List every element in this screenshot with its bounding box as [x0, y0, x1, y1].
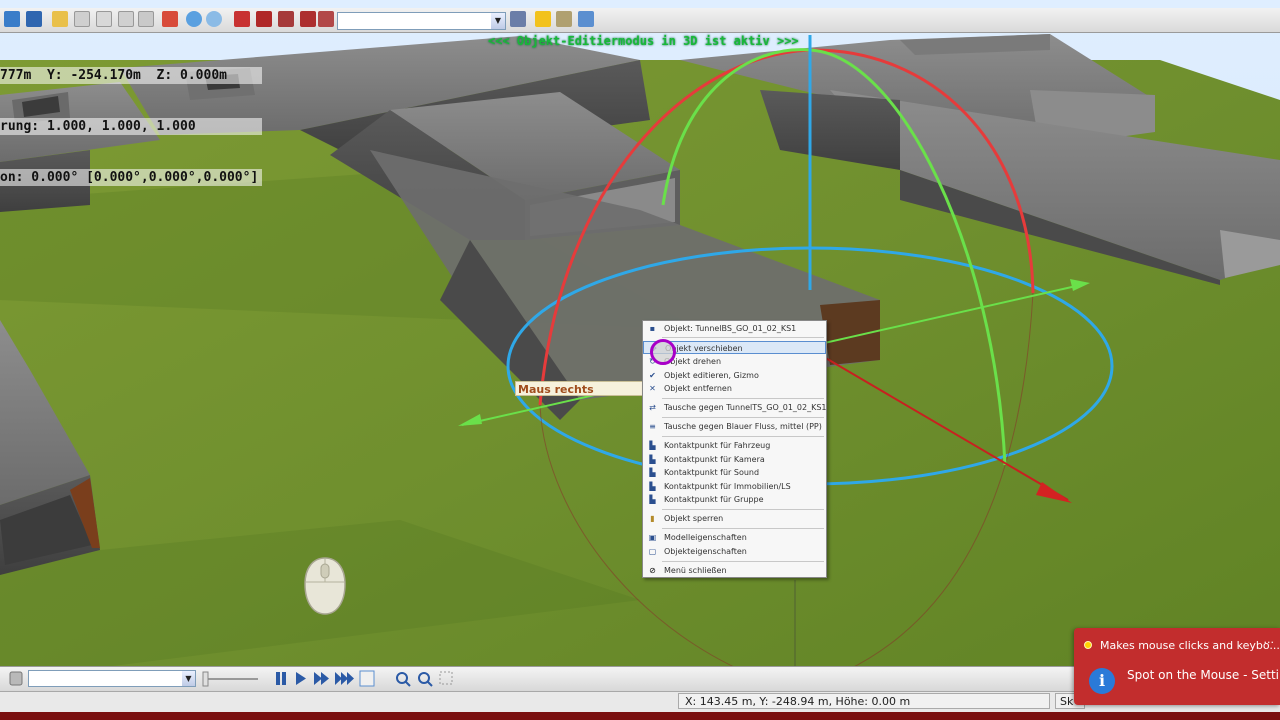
info-icon: i: [1089, 668, 1115, 694]
zoom-out-icon[interactable]: [418, 672, 433, 687]
fastest-forward-icon[interactable]: [335, 672, 354, 685]
wrench-icon[interactable]: [556, 11, 572, 27]
chevron-down-icon[interactable]: ▼: [491, 13, 505, 29]
object-icon: ▪: [649, 324, 656, 333]
menu-separator: [662, 436, 824, 437]
menu-separator: [662, 337, 824, 338]
menu-item-edit-gizmo[interactable]: ✔ Objekt editieren, Gizmo: [643, 369, 826, 382]
paste-icon[interactable]: [118, 11, 134, 27]
main-toolbar: [0, 8, 1280, 33]
contact-camera-icon: ▙: [649, 455, 656, 464]
contact-vehicle-icon: ▙: [649, 441, 656, 450]
menu-item-contact-sound[interactable]: ▙ Kontaktpunkt für Sound: [643, 466, 826, 479]
menu-item-contact-building[interactable]: ▙ Kontaktpunkt für Immobilien/LS: [643, 480, 826, 493]
contact-group-icon: ▙: [649, 495, 656, 504]
undo-icon[interactable]: [186, 11, 202, 27]
redo-icon[interactable]: [206, 11, 222, 27]
menu-item-close-menu[interactable]: ⊘ Menü schließen: [643, 564, 826, 577]
save-icon[interactable]: [26, 11, 42, 27]
lock-icon: ▮: [650, 514, 655, 523]
cut-icon[interactable]: [96, 11, 112, 27]
edit-mode-banner: <<< Objekt-Editiermodus in 3D ist aktiv …: [488, 34, 799, 48]
swap-icon: ⇄: [649, 403, 656, 412]
menu-item-remove-object[interactable]: ✕ Objekt entfernen: [643, 382, 826, 395]
camera-select[interactable]: ▼: [28, 670, 196, 687]
menu-item-swap-tunnel[interactable]: ⇄ Tausche gegen TunnelTS_GO_01_02_KS1: [643, 401, 826, 414]
menu-item-model-properties[interactable]: ▣ Modelleigenschaften: [643, 531, 826, 544]
sun-icon[interactable]: [535, 11, 551, 27]
notification-message: Spot on the Mouse - Settings: [1127, 668, 1280, 682]
notification-title: Makes mouse clicks and keybo...: [1100, 639, 1280, 652]
close-menu-icon: ⊘: [649, 566, 656, 575]
menu-item-contact-vehicle[interactable]: ▙ Kontaktpunkt für Fahrzeug: [643, 439, 826, 452]
settings-icon[interactable]: [510, 11, 526, 27]
tools-icon[interactable]: [318, 11, 334, 27]
swap-river-icon: ≡: [649, 422, 656, 431]
app-status-icon: [1084, 641, 1092, 649]
menu-item-object-properties[interactable]: ▢ Objekteigenschaften: [643, 545, 826, 558]
train-edit-icon[interactable]: [256, 11, 272, 27]
chevron-down-icon[interactable]: ▼: [182, 671, 195, 686]
play-icon[interactable]: [296, 672, 306, 685]
menu-separator: [662, 417, 824, 418]
menu-item-contact-camera[interactable]: ▙ Kontaktpunkt für Kamera: [643, 453, 826, 466]
open-folder-icon[interactable]: [52, 11, 68, 27]
menu-item-contact-group[interactable]: ▙ Kontaktpunkt für Gruppe: [643, 493, 826, 506]
coords-scale: rung: 1.000, 1.000, 1.000: [0, 118, 263, 135]
coords-position: 777m Y: -254.170m Z: 0.000m: [0, 67, 263, 84]
speed-slider-thumb[interactable]: [202, 671, 209, 687]
menu-separator: [662, 528, 824, 529]
contact-sound-icon: ▙: [649, 468, 656, 477]
status-coordinates: X: 143.45 m, Y: -248.94 m, Höhe: 0.00 m: [678, 693, 1050, 709]
new-file-icon[interactable]: [4, 11, 20, 27]
menu-separator: [662, 398, 824, 399]
more-options-icon[interactable]: ···: [1264, 636, 1275, 649]
zoom-in-icon[interactable]: [396, 672, 411, 687]
model-properties-icon: ▣: [648, 533, 657, 542]
menu-separator: [662, 561, 824, 562]
contact-building-icon: ▙: [649, 482, 656, 491]
snapshot-icon[interactable]: [359, 670, 375, 687]
check-icon: ✔: [649, 371, 656, 380]
menu-item-lock-object[interactable]: ▮ Objekt sperren: [643, 512, 826, 525]
layout-select[interactable]: ▼: [337, 12, 506, 30]
mouse-cursor-highlight: [650, 339, 676, 365]
track-icon[interactable]: [300, 11, 316, 27]
menu-item-object-name[interactable]: ▪ Objekt: TunnelBS_GO_01_02_KS1: [643, 322, 826, 335]
mouse-hint-label: Maus rechts: [515, 381, 643, 396]
fast-forward-icon[interactable]: [314, 672, 329, 685]
grid-icon[interactable]: [439, 671, 453, 685]
object-properties-icon: ▢: [648, 547, 657, 556]
mouse-icon: [304, 557, 346, 615]
coords-rotation: on: 0.000° [0.000°,0.000°,0.000°]: [0, 169, 263, 186]
lock-icon[interactable]: [9, 671, 23, 686]
train-icon[interactable]: [234, 11, 250, 27]
help-icon[interactable]: [578, 11, 594, 27]
coordinates-readout: 777m Y: -254.170m Z: 0.000m rung: 1.000,…: [0, 33, 263, 203]
notification-toast[interactable]: Makes mouse clicks and keybo... ··· i Sp…: [1074, 628, 1280, 705]
copy-icon[interactable]: [74, 11, 90, 27]
menu-separator: [662, 509, 824, 510]
pause-icon[interactable]: [276, 672, 286, 685]
print-icon[interactable]: [138, 11, 154, 27]
menu-item-swap-river[interactable]: ≡ Tausche gegen Blauer Fluss, mittel (PP…: [643, 420, 826, 433]
taskbar-strip: [0, 712, 1280, 720]
signal-icon[interactable]: [278, 11, 294, 27]
picture-icon[interactable]: [162, 11, 178, 27]
delete-icon: ✕: [649, 384, 656, 393]
